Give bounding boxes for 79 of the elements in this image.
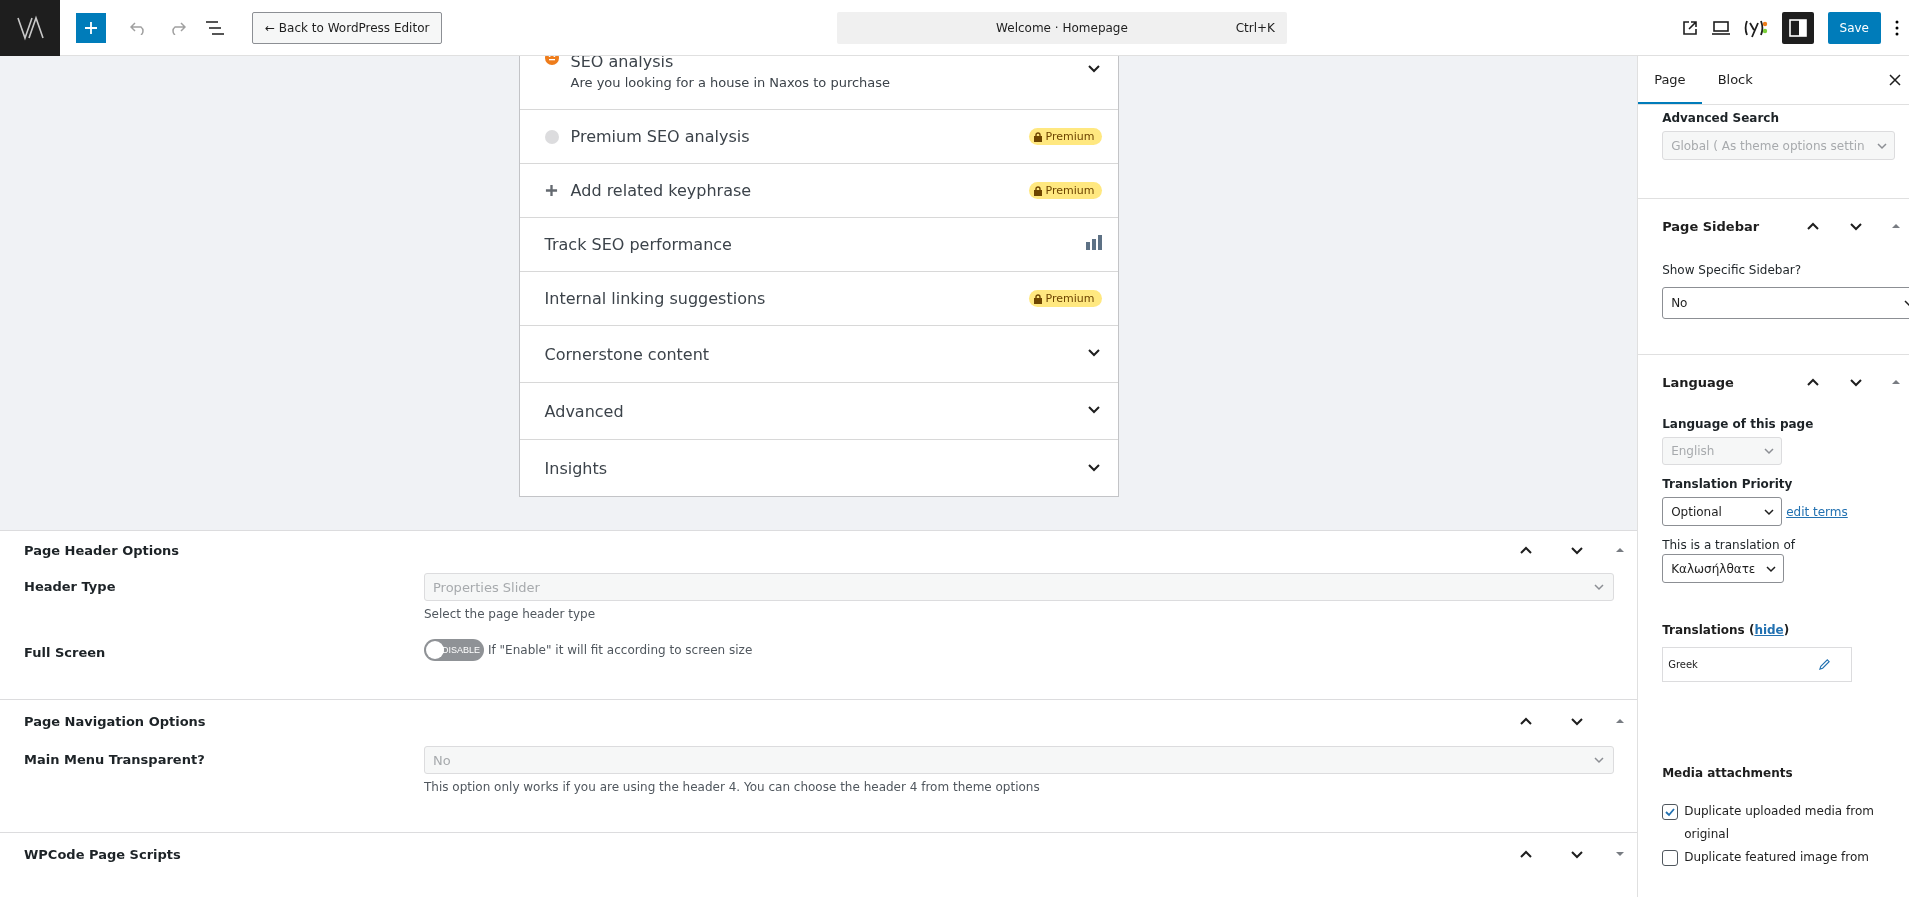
collapse-icon[interactable] [1615,545,1626,555]
premium-badge: Premium [1028,182,1102,199]
meta-box-title: WPCode Page Scripts [24,846,181,862]
chevron-down-icon [1763,445,1776,457]
checkbox-label: Duplicate uploaded media from original [1684,803,1875,843]
row-title: Add related keyphrase [570,181,752,200]
field-label: Translation Priority [1662,477,1794,491]
collapse-icon[interactable] [1615,716,1626,726]
section-label: ) [1783,623,1790,637]
list-view-icon[interactable] [206,20,224,35]
panel-title: Language [1662,374,1734,390]
back-button[interactable]: ← Back to WordPress Editor [252,11,443,44]
checkbox-label: Duplicate featured image from [1684,849,1869,866]
row-title: Track SEO performance [544,235,732,254]
field-label: This is a translation of [1662,538,1797,552]
seo-panel-row[interactable]: Premium SEO analysis Premium [519,110,1118,164]
section-label: Translations ( [1662,623,1755,637]
lock-icon [1033,131,1042,142]
plus-icon [84,20,98,35]
field-label: Full Screen [24,644,107,661]
field-label: Main Menu Transparent? [24,751,206,769]
settings-toggle-button[interactable] [1781,11,1814,44]
meta-box-title: Page Header Options [24,542,180,558]
more-options-icon[interactable] [1895,19,1899,36]
lock-icon [1033,293,1042,304]
help-text: If "Enable" it will fit according to screen size [488,643,753,657]
add-block-button[interactable] [76,12,106,43]
expand-icon[interactable] [1615,849,1626,859]
pencil-icon[interactable] [1817,658,1831,671]
hide-link[interactable]: hide [1754,623,1784,637]
checkbox[interactable] [1662,804,1679,820]
meta-box-title: Page Navigation Options [24,713,206,729]
field-label: Show Specific Sidebar? [1662,263,1803,277]
document-title: Welcome · Homepage [996,20,1128,35]
edit-terms-link[interactable]: edit terms [1786,504,1848,519]
seo-panel-row[interactable]: Internal linking suggestions Premium [519,272,1118,326]
premium-badge: Premium [1028,290,1102,307]
seo-panel-row[interactable]: Add related keyphrase Premium [519,164,1118,218]
sidebar-tab[interactable]: Block [1701,56,1769,104]
row-subtitle: Are you looking for a house in Naxos to purchase [570,75,891,90]
close-icon[interactable] [1889,74,1901,86]
row-title: Cornerstone content [544,344,710,364]
help-text: This option only works if you are using the header 4. You can choose the header 4 from theme options [424,780,1041,794]
row-title: Premium SEO analysis [570,127,750,146]
select-field[interactable]: No [1662,287,1909,319]
chevron-down-icon [1593,581,1605,593]
row-title: Advanced [544,401,624,421]
sidebar-tab[interactable]: Page [1638,56,1702,104]
language-name: Greek [1668,659,1698,670]
select-field[interactable]: Καλωσήλθατε [1662,554,1785,583]
desktop-preview-icon[interactable] [1711,20,1730,35]
premium-badge: Premium [1028,128,1102,145]
field-label: Header Type [24,578,117,596]
status-dot-icon [544,129,559,144]
seo-panel-row[interactable]: Insights [519,440,1118,496]
lock-icon [1033,185,1042,196]
collapse-icon[interactable] [1891,221,1901,231]
command-bar[interactable]: Welcome · Homepage Ctrl+K [837,11,1287,44]
help-text: Select the page header type [424,607,597,621]
section-label: Media attachments [1662,766,1794,780]
seo-panel-row[interactable]: Advanced [519,383,1118,440]
external-link-icon[interactable] [1681,19,1698,36]
field-label: Advanced Search [1662,111,1780,125]
chevron-down-icon [1593,754,1605,766]
plus-icon [545,184,559,197]
checkbox[interactable] [1662,850,1679,866]
field-label: Language of this page [1662,417,1815,431]
shortcut-text: Ctrl+K [1235,20,1275,35]
seo-panel-row[interactable]: Track SEO performance [519,218,1118,272]
panel-title: Page Sidebar [1662,218,1760,234]
select-field[interactable]: Optional [1662,497,1783,526]
sidebar-panel-icon [1788,18,1807,37]
save-button[interactable]: Save [1827,11,1881,44]
row-title: Insights [544,459,608,478]
collapse-icon[interactable] [1891,377,1901,387]
row-title: Internal linking suggestions [544,289,766,308]
seo-panel-row[interactable]: Cornerstone content [519,326,1118,383]
logo[interactable] [0,0,60,56]
bar-chart-icon [1085,235,1102,250]
